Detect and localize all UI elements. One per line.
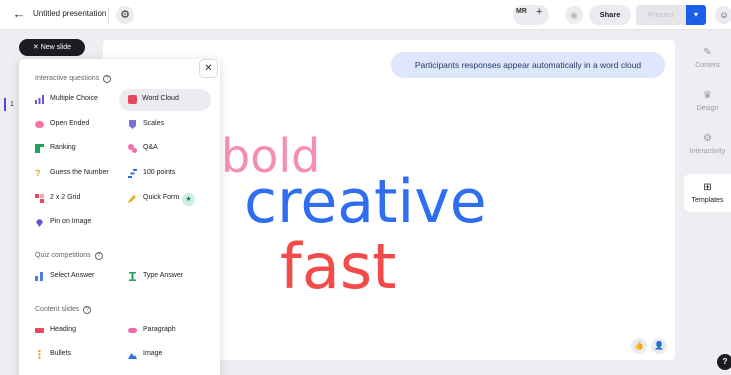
item-quick-form[interactable]: Quick Form [128, 188, 208, 210]
question-mark-icon: ? [35, 168, 41, 178]
tab-label: Content [695, 62, 720, 69]
help-circle-icon[interactable]: ? [83, 306, 92, 314]
participant-icon[interactable]: 👤 [651, 338, 667, 354]
item-label: 100 points [143, 169, 176, 176]
item-2x2-grid[interactable]: 2 x 2 Grid [35, 188, 115, 210]
item-paragraph[interactable]: Paragraph [128, 320, 208, 342]
item-ranking[interactable]: Ranking [35, 138, 115, 160]
right-panel: ✎ Content ♛ Design ⚙ Interactivity ⊞ Tem… [684, 40, 731, 360]
templates-grid-icon: ⊞ [703, 182, 712, 193]
text-cursor-icon [129, 272, 136, 281]
section-title: Content slides [35, 306, 80, 313]
select-answer-icon [35, 272, 43, 281]
help-circle-icon[interactable]: ? [103, 75, 112, 83]
pencil-icon: ✎ [703, 47, 712, 58]
section-title: Quiz competitions [35, 252, 91, 259]
points-steps-icon [128, 169, 137, 178]
qa-icon [128, 144, 137, 153]
reactions-thumbs-up-icon[interactable]: 👍 [631, 338, 647, 354]
tab-design[interactable]: ♛ Design [684, 89, 731, 112]
scales-icon [129, 120, 136, 129]
back-arrow-icon[interactable]: ← [11, 6, 27, 22]
tab-label: Design [696, 105, 719, 112]
item-label: Multiple Choice [50, 95, 98, 102]
help-circle-icon[interactable]: ? [94, 252, 103, 260]
item-label: Heading [50, 326, 77, 333]
item-bullets[interactable]: Bullets [35, 344, 115, 366]
image-mountain-icon [128, 353, 137, 359]
help-icon[interactable]: ? [717, 354, 731, 370]
add-collaborator-icon[interactable]: + [536, 6, 542, 18]
slide-active-marker [4, 98, 6, 111]
section-quiz-competitions: Quiz competitions? [35, 252, 103, 260]
item-scales[interactable]: Scales [128, 114, 208, 136]
item-label: Guess the Number [50, 169, 109, 176]
interactivity-icon: ⚙ [703, 133, 712, 144]
tab-label: Templates [691, 197, 724, 204]
item-label: Quick Form [143, 194, 180, 201]
item-label: Image [143, 350, 163, 357]
item-label: Q&A [143, 144, 158, 151]
item-heading[interactable]: Heading [35, 320, 115, 342]
item-label: Open Ended [50, 120, 90, 127]
bar-chart-icon [35, 95, 44, 104]
tab-interactivity[interactable]: ⚙ Interactivity [684, 132, 731, 155]
section-title: Interactive questions [35, 75, 100, 82]
design-icon: ♛ [703, 90, 712, 101]
item-label: 2 x 2 Grid [50, 194, 81, 201]
item-label: Select Answer [50, 272, 95, 279]
item-100-points[interactable]: 100 points [128, 163, 208, 185]
pin-icon [36, 219, 43, 227]
present-dropdown-chevron-icon[interactable]: ▾ [686, 5, 706, 25]
section-content-slides: Content slides? [35, 306, 92, 314]
item-guess-the-number[interactable]: ? Guess the Number [35, 163, 120, 185]
paragraph-icon [128, 328, 137, 333]
item-label: Ranking [50, 144, 76, 151]
item-label: Pin on Image [50, 218, 92, 225]
preview-eye-icon[interactable]: ◉ [565, 6, 583, 24]
item-multiple-choice[interactable]: Multiple Choice [35, 89, 115, 111]
slide-thumbnail-number[interactable]: 1 [10, 101, 14, 108]
hint-bubble: Participants responses appear automatica… [391, 52, 665, 78]
item-image[interactable]: Image [128, 344, 208, 366]
grid-icon [35, 194, 44, 203]
item-open-ended[interactable]: Open Ended [35, 114, 115, 136]
item-label: Bullets [50, 350, 72, 357]
word-cloud-icon [128, 95, 137, 104]
item-select-answer[interactable]: Select Answer [35, 266, 115, 288]
item-label: Scales [143, 120, 165, 127]
tab-templates[interactable]: ⊞ Templates [684, 174, 731, 212]
speech-bubble-icon [35, 120, 44, 129]
word-cloud-word-creative: creative [244, 167, 487, 237]
settings-gear-icon[interactable]: ⚙ [116, 6, 134, 24]
top-bar: ← Untitled presentation ⚙ MR + ◉ Share P… [0, 0, 731, 30]
new-slide-button[interactable]: ✕ New slide [19, 39, 85, 56]
present-button[interactable]: Present [636, 5, 686, 25]
word-cloud-word-fast: fast [280, 230, 397, 303]
item-type-answer[interactable]: Type Answer [128, 266, 208, 288]
avatar[interactable]: MR [516, 8, 527, 15]
ranking-icon [35, 144, 44, 153]
premium-star-icon: ★ [182, 193, 195, 206]
item-word-cloud[interactable]: Word Cloud [119, 89, 211, 111]
tab-label: Interactivity [689, 148, 726, 155]
close-icon[interactable]: ✕ [199, 59, 218, 78]
title-divider [108, 7, 109, 23]
item-label: Type Answer [143, 272, 184, 279]
bullets-icon [38, 350, 41, 359]
item-label: Word Cloud [142, 95, 179, 102]
heading-icon [35, 328, 44, 333]
tab-content[interactable]: ✎ Content [684, 46, 731, 69]
item-label: Paragraph [143, 326, 176, 333]
share-button[interactable]: Share [589, 5, 631, 25]
presentation-title[interactable]: Untitled presentation [33, 9, 106, 18]
account-icon[interactable]: ☺ [715, 6, 731, 24]
section-interactive-questions: Interactive questions? [35, 75, 112, 83]
item-qa[interactable]: Q&A [128, 138, 208, 160]
item-pin-on-image[interactable]: Pin on Image [35, 212, 115, 234]
pencil-form-icon [128, 195, 136, 203]
